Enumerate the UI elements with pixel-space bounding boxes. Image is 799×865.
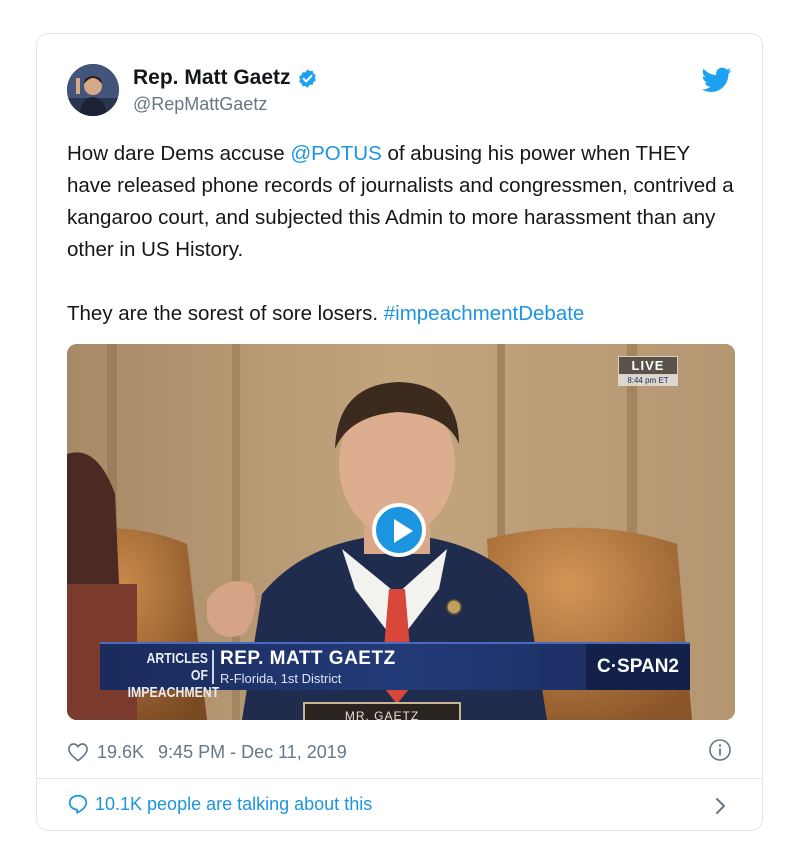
live-label: LIVE <box>618 356 678 375</box>
heart-icon[interactable] <box>67 742 89 762</box>
tweet-paragraph-2: They are the sorest of sore losers. #imp… <box>67 302 585 325</box>
info-icon[interactable] <box>708 738 732 762</box>
play-button[interactable] <box>372 503 426 557</box>
card-divider <box>37 778 762 779</box>
avatar[interactable] <box>67 64 119 116</box>
network-logo: C·SPAN2 <box>586 644 690 690</box>
tweet-text: How dare Dems accuse @POTUS of abusing h… <box>67 138 739 330</box>
lower-third-divider <box>212 650 214 684</box>
tweet-paragraph-1: How dare Dems accuse @POTUS of abusing h… <box>67 142 734 261</box>
lower-third-district: R-Florida, 1st District <box>220 671 342 686</box>
tweet-timestamp[interactable]: 9:45 PM - Dec 11, 2019 <box>158 742 347 763</box>
hashtag-link[interactable]: #impeachmentDebate <box>384 302 585 325</box>
nameplate: MR. GAETZ <box>303 702 461 720</box>
live-badge: LIVE 8:44 pm ET <box>618 356 678 386</box>
lower-third-name: REP. MATT GAETZ <box>220 648 396 669</box>
play-icon <box>394 519 413 543</box>
tweet-meta: 19.6K 9:45 PM - Dec 11, 2019 <box>67 740 347 764</box>
conversation-link[interactable]: 10.1K people are talking about this <box>67 793 372 815</box>
chevron-right-icon[interactable] <box>714 796 728 816</box>
author-handle[interactable]: @RepMattGaetz <box>133 94 267 115</box>
lower-third-caption: ARTICLES OF IMPEACHMENT REP. MATT GAETZ … <box>100 642 690 701</box>
twitter-bird-icon[interactable] <box>702 67 732 93</box>
author-name[interactable]: Rep. Matt Gaetz <box>133 66 318 90</box>
conversation-text[interactable]: 10.1K people are talking about this <box>95 794 372 815</box>
lower-third-topic: ARTICLES OF IMPEACHMENT <box>127 650 220 701</box>
tweet-card[interactable]: Rep. Matt Gaetz @RepMattGaetz How dare D… <box>36 33 763 831</box>
comment-bubble-icon <box>68 794 88 814</box>
like-count[interactable]: 19.6K <box>97 742 144 763</box>
author-name-text[interactable]: Rep. Matt Gaetz <box>133 66 291 90</box>
mention-link[interactable]: @POTUS <box>290 142 381 165</box>
verified-badge-icon <box>298 68 316 88</box>
live-time: 8:44 pm ET <box>618 375 678 386</box>
video-player[interactable]: LIVE 8:44 pm ET ARTICLES OF IMPEACHMENT … <box>67 344 735 720</box>
